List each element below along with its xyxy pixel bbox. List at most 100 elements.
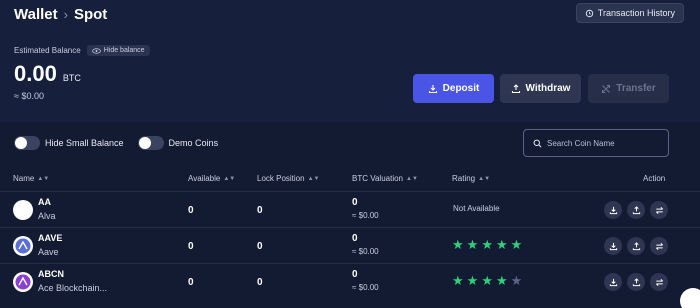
- transaction-history-button[interactable]: Transaction History: [575, 3, 684, 23]
- row-deposit-icon[interactable]: [604, 201, 622, 219]
- row-withdraw-icon[interactable]: [627, 273, 645, 291]
- available-value: 0: [188, 241, 194, 252]
- row-trade-icon[interactable]: [650, 201, 668, 219]
- star-icon: ★: [452, 237, 464, 252]
- btc-valuation-value: 0: [352, 197, 358, 208]
- column-lock-label: Lock Position: [257, 174, 305, 183]
- table-row[interactable]: AAVE Aave 0 0 0 ≈ $0.00 ★ ★ ★ ★ ★: [0, 227, 700, 264]
- coin-symbol: AAVE: [38, 233, 63, 243]
- abcn-coin-icon: [13, 272, 33, 292]
- column-rating[interactable]: Rating ▲▼: [452, 174, 490, 183]
- row-withdraw-icon[interactable]: [627, 237, 645, 255]
- table-header: Name ▲▼ Available ▲▼ Lock Position ▲▼ BTC V…: [0, 170, 700, 190]
- available-value: 0: [188, 277, 194, 288]
- breadcrumb: Wallet › Spot: [14, 6, 107, 23]
- rating-stars: ★ ★ ★ ★ ★: [452, 237, 522, 253]
- btc-valuation-usd: ≈ $0.00: [352, 247, 379, 256]
- eye-icon: [91, 47, 101, 54]
- column-btc-valuation[interactable]: BTC Valuation ▲▼: [352, 174, 418, 183]
- search-placeholder: Search Coin Name: [547, 138, 615, 148]
- balance-unit: BTC: [62, 73, 81, 83]
- row-withdraw-icon[interactable]: [627, 201, 645, 219]
- column-name-label: Name: [13, 174, 35, 183]
- table-row[interactable]: AA Alva 0 0 0 ≈ $0.00 Not Available: [0, 191, 700, 228]
- star-icon: ★: [510, 273, 523, 288]
- transaction-history-label: Transaction History: [597, 8, 675, 18]
- breadcrumb-spot: Spot: [73, 6, 108, 23]
- sort-icon: ▲▼: [406, 175, 418, 182]
- star-icon: ★: [495, 237, 508, 252]
- aave-coin-icon: [13, 236, 33, 256]
- column-name[interactable]: Name ▲▼: [13, 174, 49, 183]
- estimated-balance-label: Estimated Balance: [14, 46, 81, 55]
- sort-icon: ▲▼: [37, 175, 50, 182]
- download-icon: [428, 84, 438, 94]
- column-available-label: Available: [188, 174, 221, 183]
- demo-coins-toggle[interactable]: Demo Coins: [137, 136, 219, 150]
- table-row[interactable]: ABCN Ace Blockchain... 0 0 0 ≈ $0.00 ★ ★ ★…: [0, 263, 700, 300]
- deposit-button[interactable]: Deposit: [413, 74, 494, 103]
- hide-small-balance-toggle[interactable]: Hide Small Balance: [14, 136, 124, 150]
- star-icon: ★: [481, 237, 493, 252]
- transfer-button[interactable]: Transfer: [588, 74, 669, 103]
- lock-position-value: 0: [257, 277, 263, 288]
- demo-coins-label: Demo Coins: [168, 138, 219, 148]
- btc-valuation-value: 0: [352, 269, 358, 280]
- lock-position-value: 0: [257, 205, 263, 216]
- btc-valuation-usd: ≈ $0.00: [352, 211, 379, 220]
- coin-symbol: ABCN: [38, 269, 64, 279]
- sort-icon: ▲▼: [478, 175, 491, 182]
- column-action-label: Action: [643, 174, 666, 183]
- transfer-label: Transfer: [616, 83, 656, 94]
- row-deposit-icon[interactable]: [604, 237, 622, 255]
- btc-valuation-usd: ≈ $0.00: [352, 283, 379, 292]
- available-value: 0: [188, 205, 194, 216]
- filter-toggles: Hide Small Balance Demo Coins: [14, 136, 218, 150]
- row-actions: [604, 273, 668, 291]
- btc-valuation-value: 0: [352, 233, 358, 244]
- balance-usd: ≈ $0.00: [14, 91, 44, 101]
- search-coin-input[interactable]: Search Coin Name: [523, 129, 669, 157]
- column-lock-position[interactable]: Lock Position ▲▼: [257, 174, 319, 183]
- chat-support-button[interactable]: [680, 288, 700, 308]
- withdraw-button[interactable]: Withdraw: [500, 74, 581, 103]
- breadcrumb-wallet[interactable]: Wallet: [14, 6, 58, 23]
- lock-position-value: 0: [257, 241, 263, 252]
- toggle-knob: [15, 137, 27, 149]
- chevron-right-icon: ›: [63, 7, 68, 22]
- toggle-switch[interactable]: [14, 136, 40, 150]
- toggle-knob: [138, 137, 151, 149]
- sort-icon: ▲▼: [223, 175, 236, 182]
- row-trade-icon[interactable]: [650, 237, 668, 255]
- row-trade-icon[interactable]: [650, 273, 668, 291]
- row-actions: [604, 201, 668, 219]
- star-icon: ★: [466, 237, 479, 252]
- coin-name: Ace Blockchain...: [38, 283, 108, 293]
- star-icon: ★: [452, 273, 464, 288]
- wallet-header: Wallet › Spot Transaction History Estima…: [0, 0, 700, 122]
- hide-balance-button[interactable]: Hide balance: [86, 45, 150, 56]
- hide-balance-label: Hide balance: [103, 47, 145, 54]
- rating-stars: ★ ★ ★ ★ ★: [452, 273, 522, 289]
- column-available[interactable]: Available ▲▼: [188, 174, 235, 183]
- toggle-switch[interactable]: [137, 136, 164, 150]
- row-deposit-icon[interactable]: [604, 273, 622, 291]
- coin-symbol: AA: [38, 197, 51, 207]
- star-icon: ★: [495, 273, 508, 288]
- coin-name: Alva: [38, 211, 56, 221]
- row-actions: [604, 237, 668, 255]
- rating-text: Not Available: [453, 204, 500, 213]
- star-icon: ★: [510, 237, 523, 252]
- search-icon: [533, 139, 542, 148]
- column-action: Action: [643, 174, 665, 183]
- column-rating-label: Rating: [452, 174, 476, 183]
- withdraw-label: Withdraw: [525, 83, 571, 94]
- balance: 0.00 BTC: [14, 61, 81, 87]
- star-icon: ★: [466, 273, 479, 288]
- estimated-balance-row: Estimated Balance Hide balance: [14, 45, 150, 56]
- hide-small-balance-label: Hide Small Balance: [45, 138, 124, 148]
- alva-coin-icon: [13, 200, 33, 220]
- balance-amount: 0.00: [14, 61, 57, 86]
- star-icon: ★: [481, 273, 493, 288]
- column-btc-label: BTC Valuation: [352, 174, 403, 183]
